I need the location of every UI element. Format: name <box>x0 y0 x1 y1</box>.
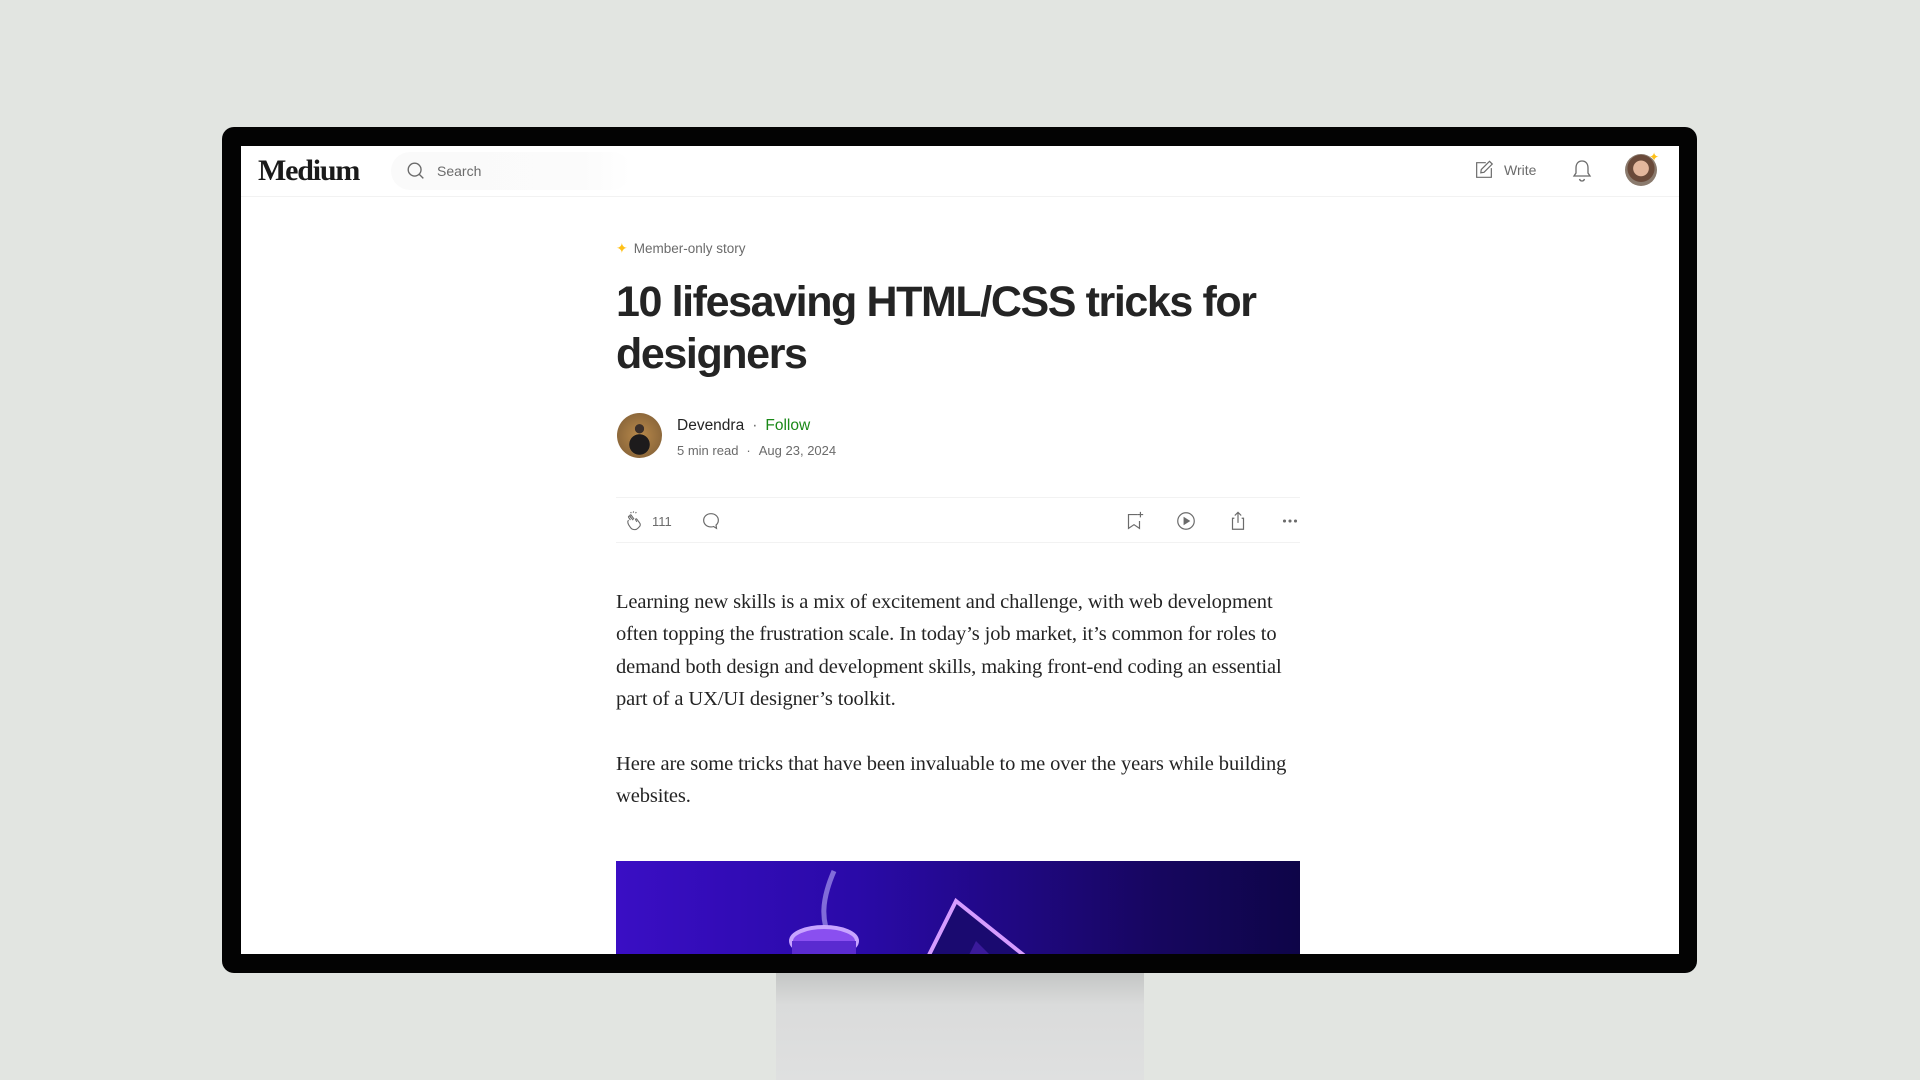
laptop-shape <box>927 897 1026 954</box>
top-navigation-bar: Medium Search Write ✦ <box>241 146 1679 197</box>
write-label: Write <box>1504 162 1537 178</box>
medium-logo[interactable]: Medium <box>258 154 360 188</box>
article-paragraph: Here are some tricks that have been inva… <box>616 753 1287 808</box>
author-avatar[interactable] <box>617 413 662 458</box>
clap-count: 111 <box>652 513 672 529</box>
notifications-bell-icon[interactable] <box>1570 158 1594 184</box>
search-placeholder: Search <box>437 163 482 179</box>
search-input[interactable]: Search <box>391 152 631 190</box>
browser-screen: Medium Search Write ✦ ✦ Member-only stor… <box>241 146 1679 954</box>
cup-body <box>792 941 856 954</box>
article-title: 10 lifesaving HTML/CSS tricks for design… <box>616 278 1257 378</box>
more-options-button[interactable] <box>1279 509 1301 533</box>
write-icon <box>1476 160 1494 178</box>
author-line: Devendra · Follow <box>677 417 810 435</box>
bookmark-add-icon <box>1127 511 1144 530</box>
clap-icon <box>627 511 641 531</box>
author-name[interactable]: Devendra <box>677 417 744 435</box>
article-hero-image <box>616 861 1300 954</box>
publish-date: Aug 23, 2024 <box>758 443 837 458</box>
monitor-stand <box>776 973 1144 1080</box>
write-button[interactable]: Write <box>1473 159 1536 181</box>
comment-icon <box>703 513 719 530</box>
separator-dot: · <box>746 443 751 458</box>
member-star-icon: ✦ <box>1649 150 1660 164</box>
play-icon <box>1177 512 1195 530</box>
separator-dot: · <box>752 417 758 434</box>
clap-button[interactable]: 111 <box>624 509 672 533</box>
article-paragraph: Learning new skills is a mix of exciteme… <box>616 591 1282 710</box>
article-action-bar: 111 <box>616 497 1300 543</box>
read-time: 5 min read <box>677 443 739 458</box>
article-meta: 5 min read · Aug 23, 2024 <box>677 443 836 458</box>
comment-button[interactable] <box>700 509 722 533</box>
member-only-badge: ✦ Member-only story <box>616 240 746 257</box>
more-icon <box>1282 519 1298 523</box>
listen-button[interactable] <box>1175 509 1197 533</box>
hero-illustration <box>789 870 1026 954</box>
search-icon <box>407 162 424 179</box>
member-only-label: Member-only story <box>633 241 746 256</box>
share-icon <box>1231 511 1245 530</box>
follow-button[interactable]: Follow <box>765 417 810 435</box>
save-button[interactable] <box>1123 509 1145 533</box>
member-star-icon: ✦ <box>616 240 628 256</box>
share-button[interactable] <box>1227 509 1249 533</box>
